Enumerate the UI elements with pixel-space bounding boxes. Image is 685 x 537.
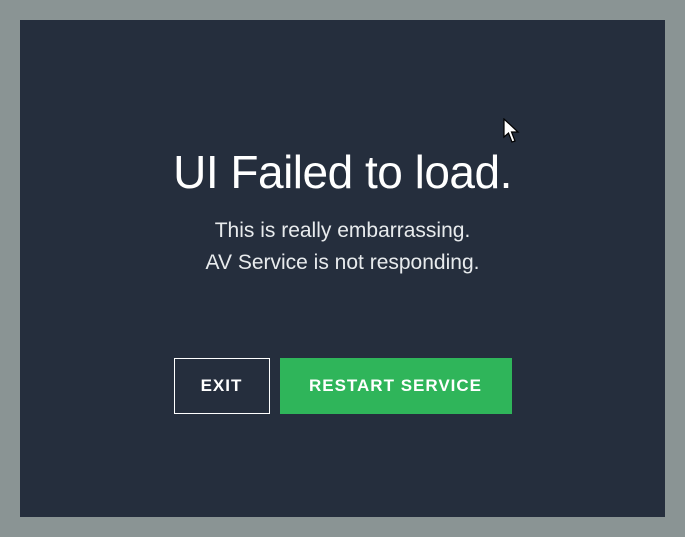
button-row: EXIT RESTART SERVICE bbox=[174, 358, 512, 414]
exit-button[interactable]: EXIT bbox=[174, 358, 270, 414]
error-dialog: UI Failed to load. This is really embarr… bbox=[20, 20, 665, 517]
dialog-subtitle-block: This is really embarrassing. AV Service … bbox=[206, 215, 480, 278]
restart-service-button[interactable]: RESTART SERVICE bbox=[280, 358, 512, 414]
dialog-title: UI Failed to load. bbox=[173, 145, 512, 199]
dialog-subtitle-line1: This is really embarrassing. bbox=[206, 215, 480, 247]
dialog-subtitle-line2: AV Service is not responding. bbox=[206, 247, 480, 279]
